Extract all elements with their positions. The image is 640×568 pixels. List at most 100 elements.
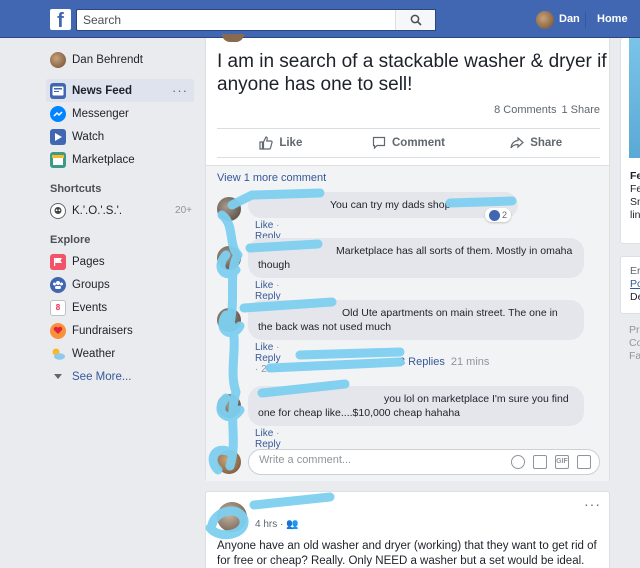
sidebar-item-label: Marketplace [72,153,135,166]
comment-input[interactable] [259,454,499,466]
write-comment-row: GIF [217,449,600,475]
footer-line: Pr [629,324,640,336]
sidebar-item-weather[interactable]: Weather [50,342,200,365]
top-navigation-bar: f Dan Home [0,0,640,38]
current-user-avatar [217,450,241,474]
post-text: I am in search of a stackable washer & d… [217,51,607,95]
comment-reply-link[interactable]: Reply [255,353,281,364]
sidebar-item-fundraisers[interactable]: Fundraisers [50,319,200,342]
sidebar-item-label: Events [72,301,108,314]
explore-header: Explore [50,234,91,246]
heart-icon [50,322,66,339]
sidebar-item-profile[interactable]: Dan Behrendt [50,48,200,71]
feed-post: I am in search of a stackable washer & d… [205,34,610,481]
messenger-icon [50,105,66,122]
view-replies-link[interactable]: 3 Replies 21 mins [399,356,489,368]
comment-meta: Like · Reply · 26m [255,342,281,375]
more-options-icon[interactable]: ··· [172,83,188,98]
search-button[interactable] [395,10,435,30]
comment-text: you lol on marketplace I'm sure you find… [258,393,569,419]
user-avatar[interactable] [536,11,554,29]
left-sidebar: Dan Behrendt News Feed ··· Messenger Wat… [46,48,200,388]
comment-tools: GIF [511,455,591,469]
card-line: Fe [630,170,640,182]
footer-line: Fa [629,350,640,362]
write-comment-box: GIF [248,449,600,475]
sticker-icon[interactable] [577,455,591,469]
comment-bubble: You can try my dads shop [248,192,518,218]
search-input[interactable] [77,10,397,30]
emoji-icon[interactable] [511,455,525,469]
see-more-link[interactable]: See More... [50,365,200,388]
comment-button[interactable]: Comment [345,129,473,157]
post-stats: 8 Comments 1 Share [494,104,600,116]
home-link[interactable]: Home [597,13,628,25]
post-author-avatar[interactable] [222,34,244,42]
card-link[interactable]: Po [630,278,640,291]
sidebar-item-label: Messenger [72,107,129,120]
post-author-avatar[interactable] [217,502,247,532]
sidebar-item-label: Pages [72,255,105,268]
post-action-bar: Like Comment Share [217,128,600,158]
thumbs-up-icon [259,136,274,150]
comments-count-link[interactable]: 8 Comments [494,104,556,116]
feed-post: 4 hrs · 👥 ··· Anyone have an old washer … [205,491,610,568]
comment-like-link[interactable]: Like [255,280,273,291]
shortcuts-header: Shortcuts [50,183,102,195]
comment-like-link[interactable]: Like [255,428,273,439]
sidebar-item-events[interactable]: 8 Events [50,296,200,319]
promo-image[interactable] [629,38,640,158]
reaction-count: 2 [501,210,507,220]
sidebar-item-groups[interactable]: Groups [50,273,200,296]
sidebar-item-marketplace[interactable]: Marketplace [50,148,200,171]
post-options-icon[interactable]: ··· [584,496,601,512]
comment-time[interactable]: 26m [261,364,280,375]
like-button[interactable]: Like [217,129,345,157]
sidebar-item-news-feed[interactable]: News Feed ··· [46,79,194,102]
calendar-icon: 8 [50,299,66,316]
like-reaction-icon [488,209,500,221]
view-more-comments-link[interactable]: View 1 more comment [217,172,326,184]
comment-text: Marketplace has all sorts of them. Mostl… [258,245,573,271]
card-line: lin [630,209,640,221]
gif-icon[interactable]: GIF [555,455,569,469]
commenter-avatar[interactable] [217,308,241,332]
sidebar-item-label: Groups [72,278,110,291]
replies-count: 3 Replies [399,356,445,368]
comment-like-link[interactable]: Like [255,220,273,231]
camera-icon[interactable] [533,455,547,469]
comment-like-link[interactable]: Like [255,342,273,353]
notification-count: 20+ [175,205,192,216]
sidebar-item-label: Dan Behrendt [72,53,143,66]
share-button[interactable]: Share [472,129,600,157]
avatar [50,51,66,68]
search-box [76,9,436,31]
right-sidebar-card: Er Po De [620,256,640,314]
post-timestamp[interactable]: 4 hrs · 👥 [255,519,299,530]
sidebar-item-watch[interactable]: Watch [50,125,200,148]
right-sidebar-footer: Pr Co Fa [620,318,640,374]
comment-bubble: Old Ute apartments on main street. The o… [248,300,584,340]
groups-icon [50,276,66,293]
commenter-avatar[interactable] [217,246,241,270]
watch-icon [50,128,66,145]
profile-link[interactable]: Dan [559,13,580,25]
comment-icon [372,136,386,150]
right-sidebar-card: Fe Fe Sn lin [620,38,640,244]
comment-text: You can try my dads shop [330,199,451,211]
weather-icon [50,346,66,362]
commenter-avatar[interactable] [217,197,241,221]
like-label: Like [279,137,303,149]
skull-icon [50,202,66,219]
flag-icon [50,253,66,270]
card-line: Sn [630,196,640,208]
sidebar-item-pages[interactable]: Pages [50,250,200,273]
facebook-logo-icon[interactable]: f [50,9,71,30]
shares-count-link[interactable]: 1 Share [561,104,600,116]
commenter-avatar[interactable] [217,394,241,418]
reactions-badge[interactable]: 2 [485,208,511,222]
chevron-down-icon [50,369,66,385]
news-feed-icon [50,82,66,99]
sidebar-item-shortcut[interactable]: K.'.O.'.S.'. 20+ [50,199,200,222]
sidebar-item-messenger[interactable]: Messenger [50,102,200,125]
